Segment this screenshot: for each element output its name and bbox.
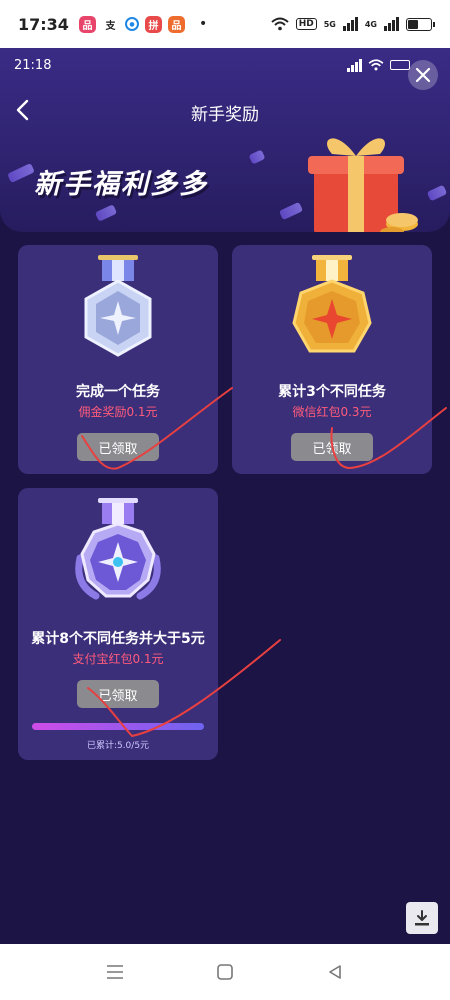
signal-4g-label: 4G <box>364 19 377 29</box>
inner-status-time: 21:18 <box>14 58 52 73</box>
menu-button[interactable] <box>100 957 130 987</box>
notification-icons: 品 支 ● 拼 品 • <box>78 15 208 33</box>
inner-battery-icon <box>390 60 410 70</box>
signal-5g-icon <box>342 17 358 31</box>
system-nav-bar <box>0 944 450 1000</box>
more-notifications-dot: • <box>198 16 208 32</box>
task-reward: 佣金奖励0.1元 <box>78 405 158 419</box>
app-screen: 21:18 新手奖励 新手福利多多 完成一个任务 佣金奖励0.1元 已领取 累计… <box>0 48 450 944</box>
hd-icon: HD <box>295 18 317 30</box>
menu-icon <box>107 965 123 979</box>
claimed-button[interactable]: 已领取 <box>77 680 159 708</box>
confetti-decoration <box>248 149 266 165</box>
gift-box-icon <box>308 138 418 232</box>
task-card-1: 完成一个任务 佣金奖励0.1元 已领取 <box>18 245 218 474</box>
status-time: 17:34 <box>18 14 69 34</box>
claimed-button[interactable]: 已领取 <box>77 433 159 461</box>
claimed-button[interactable]: 已领取 <box>291 433 373 461</box>
progress-fill <box>32 723 204 730</box>
silver-medal-icon <box>84 255 152 357</box>
close-button[interactable] <box>408 60 438 90</box>
task-card-3: 累计8个不同任务并大于5元 支付宝红包0.1元 已领取 已累计:5.0/5元 <box>18 488 218 760</box>
signal-4g-icon <box>384 17 399 31</box>
wifi-icon <box>271 17 289 31</box>
back-nav-button[interactable] <box>320 957 350 987</box>
triangle-back-icon <box>329 965 341 979</box>
task-reward: 微信红包0.3元 <box>292 405 372 419</box>
app-icon-1: 品 <box>78 15 96 33</box>
app-icon-5: 品 <box>167 15 185 33</box>
purple-medal-icon <box>75 498 161 600</box>
battery-level <box>408 19 418 29</box>
app-icon-3: ● <box>124 17 139 31</box>
inner-status-icons <box>347 58 410 72</box>
home-square-icon <box>217 964 233 980</box>
status-right: HD 5G 4G <box>271 17 435 31</box>
confetti-decoration <box>7 162 35 184</box>
confetti-decoration <box>426 184 448 202</box>
app-icon-4: 拼 <box>144 15 162 33</box>
task-title: 累计3个不同任务 <box>278 384 386 400</box>
banner-slogan: 新手福利多多 <box>34 169 208 200</box>
battery-icon <box>406 17 435 31</box>
app-icon-2: 支 <box>101 15 119 33</box>
close-icon <box>415 67 431 83</box>
page-title: 新手奖励 <box>191 105 259 125</box>
confetti-decoration <box>94 204 118 222</box>
signal-5g-label: 5G <box>323 19 336 29</box>
home-button[interactable] <box>210 957 240 987</box>
inner-wifi-icon <box>368 59 384 71</box>
header-banner: 21:18 新手奖励 新手福利多多 <box>0 48 450 232</box>
task-title: 累计8个不同任务并大于5元 <box>31 631 205 647</box>
progress-bar <box>32 723 204 730</box>
progress-label: 已累计:5.0/5元 <box>86 741 150 751</box>
gold-medal-icon <box>292 255 372 353</box>
task-title: 完成一个任务 <box>76 384 160 400</box>
download-icon <box>415 910 429 926</box>
system-status-bar: 17:34 品 支 ● 拼 品 • HD 5G 4G <box>0 0 450 48</box>
task-card-2: 累计3个不同任务 微信红包0.3元 已领取 <box>232 245 432 474</box>
task-reward: 支付宝红包0.1元 <box>72 652 164 666</box>
inner-signal-icon <box>347 58 362 72</box>
download-button[interactable] <box>406 902 438 934</box>
